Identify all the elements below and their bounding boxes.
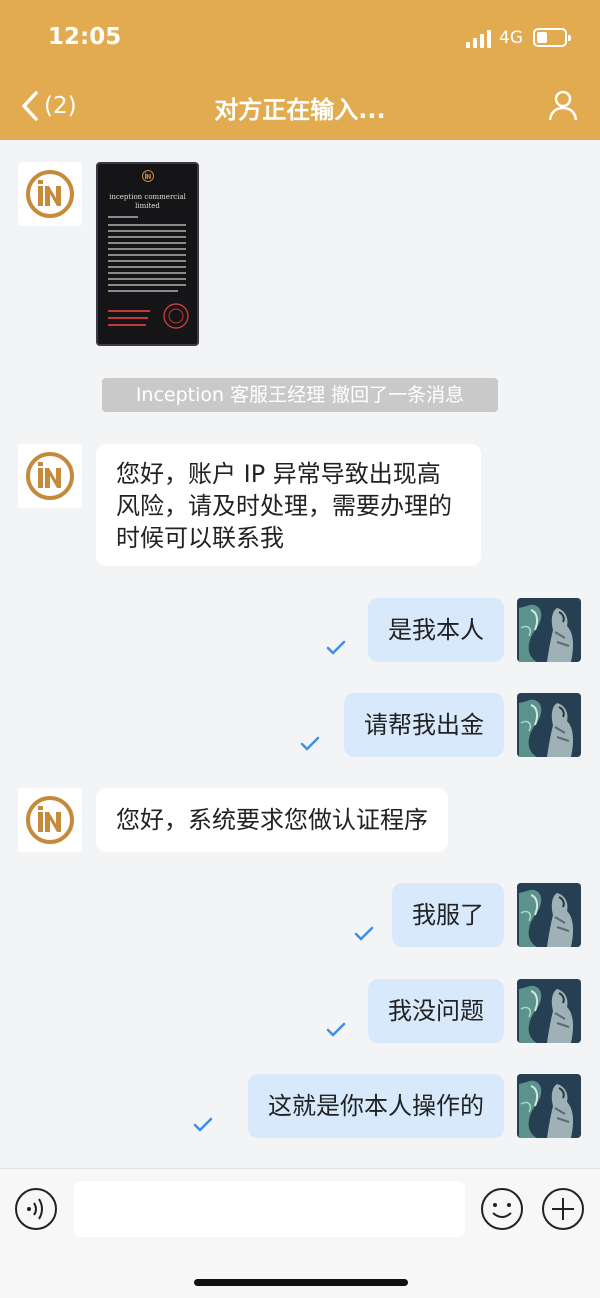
- message-bubble-sent[interactable]: 是我本人: [368, 598, 504, 662]
- image-message[interactable]: inception commercial limited: [96, 162, 199, 346]
- recall-notice: Inception 客服王经理 撤回了一条消息: [102, 378, 498, 412]
- network-type: 4G: [499, 28, 523, 48]
- emoji-icon[interactable]: [480, 1187, 524, 1231]
- user-avatar[interactable]: [517, 1074, 581, 1138]
- image-company-name: inception commercial limited: [109, 193, 186, 210]
- message-bubble-received[interactable]: 您好，账户 IP 异常导致出现高风险，请及时处理，需要办理的时候可以联系我: [96, 444, 481, 566]
- user-avatar[interactable]: [517, 598, 581, 662]
- agent-avatar[interactable]: [18, 444, 82, 508]
- read-tick-icon: [326, 1022, 346, 1037]
- user-icon[interactable]: [547, 89, 579, 121]
- header: 12:05 4G (2) 对方正在输入...: [0, 0, 600, 140]
- agent-avatar[interactable]: [18, 788, 82, 852]
- status-time: 12:05: [48, 24, 122, 50]
- battery-icon: [533, 28, 571, 47]
- message-bubble-received[interactable]: 您好，系统要求您做认证程序: [96, 788, 448, 852]
- seal-icon: [163, 303, 189, 329]
- read-tick-icon: [354, 926, 374, 941]
- voice-icon[interactable]: [14, 1187, 58, 1231]
- message-bubble-sent[interactable]: 我服了: [392, 883, 504, 947]
- message-input[interactable]: [74, 1181, 465, 1237]
- message-bubble-sent[interactable]: 请帮我出金: [344, 693, 504, 757]
- status-bar: 12:05 4G: [0, 0, 600, 76]
- add-icon[interactable]: [541, 1187, 585, 1231]
- home-indicator: [194, 1279, 408, 1286]
- user-avatar[interactable]: [517, 979, 581, 1043]
- user-avatar[interactable]: [517, 693, 581, 757]
- read-tick-icon: [326, 640, 346, 655]
- chat-title: 对方正在输入...: [214, 96, 386, 124]
- signal-icon: [466, 30, 492, 48]
- nav-bar: (2) 对方正在输入...: [0, 76, 600, 140]
- agent-avatar[interactable]: [18, 162, 82, 226]
- user-avatar[interactable]: [517, 883, 581, 947]
- image-logo-icon: [142, 170, 154, 182]
- input-bar: [0, 1168, 600, 1298]
- read-tick-icon: [300, 736, 320, 751]
- message-bubble-sent[interactable]: 我没问题: [368, 979, 504, 1043]
- read-tick-icon: [193, 1117, 213, 1132]
- message-bubble-sent[interactable]: 这就是你本人操作的: [248, 1074, 504, 1138]
